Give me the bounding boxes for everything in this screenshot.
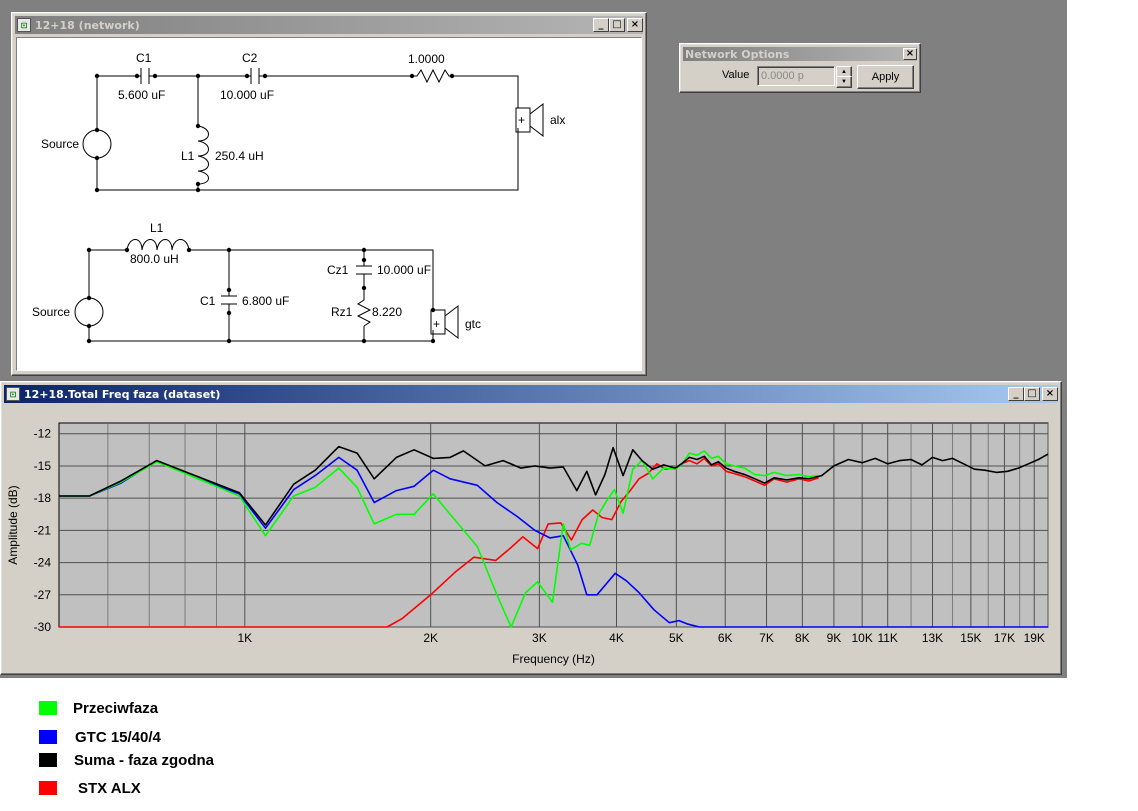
value-label: Value [722,69,750,81]
value-spin-down[interactable]: ▼ [836,76,852,88]
x-tick-label: 1K [237,631,252,645]
lower-cz1-name: Cz1 [327,263,349,277]
x-tick-label: 9K [827,631,842,645]
x-tick-label: 19K [1024,631,1045,645]
graph-close-button[interactable]: × [1042,387,1058,401]
legend-label: Przeciwfaza [73,700,159,717]
options-close-button[interactable]: × [903,48,917,60]
lower-rz1-name: Rz1 [331,305,353,319]
x-tick-label: 7K [759,631,774,645]
close-button[interactable]: × [627,18,643,32]
lower-l1-name: L1 [150,221,164,235]
schematic-svg: Source C1 5.600 uF C2 10.000 uF 1.0000 L… [32,51,565,344]
x-tick-label: 3K [532,631,547,645]
legend-swatch [39,730,57,744]
upper-c2-name: C2 [242,51,258,65]
value-input[interactable]: 0.0000 p [757,66,835,86]
frequency-chart[interactable]: 1K 2K 3K 4K 5K 6K 7K 8K 9K 10K 11K 13K 15K 17K 19K -12 -… [5,406,1055,668]
x-tick-label: 13K [922,631,943,645]
legend-swatch [39,701,57,715]
upper-source-label: Source [41,137,79,151]
network-window-titlebar[interactable]: ⊡ 12+18 (network) _ □ × [15,16,643,34]
lower-cz1-value: 10.000 uF [377,263,431,277]
y-tick-label: -24 [34,556,52,570]
upper-speaker-plus: + [518,113,525,127]
graph-minimize-button[interactable]: _ [1008,387,1024,401]
network-options-title: Network Options [685,47,790,61]
legend-swatch [39,753,57,767]
upper-r-value: 1.0000 [408,52,445,66]
upper-speaker-name: alx [550,113,565,127]
y-tick-label: -21 [34,523,52,537]
app-icon: ⊡ [17,18,31,32]
graph-maximize-button[interactable]: □ [1024,387,1040,401]
x-tick-label: 6K [718,631,733,645]
upper-l1-value: 250.4 uH [215,149,264,163]
x-axis-label: Frequency (Hz) [512,652,595,666]
legend-label: Suma - faza zgodna [74,752,215,769]
network-window[interactable]: ⊡ 12+18 (network) _ □ × Source C1 5.600 … [11,12,647,376]
maximize-button[interactable]: □ [609,18,625,32]
lower-speaker-plus: + [433,317,440,331]
y-tick-label: -15 [34,459,52,473]
schematic-canvas[interactable]: Source C1 5.600 uF C2 10.000 uF 1.0000 L… [16,37,642,371]
x-tick-label: 8K [795,631,810,645]
graph-window-titlebar[interactable]: ⊡ 12+18.Total Freq faza (dataset) _ □ × [4,385,1058,403]
legend-swatch [39,781,57,795]
y-tick-label: -30 [34,620,52,634]
legend-label: GTC 15/40/4 [75,729,161,746]
network-window-title: 12+18 (network) [35,18,140,32]
lower-speaker-name: gtc [465,317,481,331]
y-tick-label: -27 [34,588,52,602]
lower-l1-value: 800.0 uH [130,252,179,266]
y-tick-label: -18 [34,491,52,505]
x-tick-label: 4K [609,631,624,645]
network-options-titlebar[interactable]: Network Options × [683,47,917,61]
y-tick-label: -12 [34,427,52,441]
x-tick-label: 17K [994,631,1015,645]
x-tick-label: 15K [960,631,981,645]
legend-label: STX ALX [78,780,141,797]
y-axis-label: Amplitude (dB) [6,485,20,564]
network-options-window[interactable]: Network Options × Value 0.0000 p ▲ ▼ App… [679,43,921,93]
x-tick-label: 5K [669,631,684,645]
upper-l1-name: L1 [181,149,195,163]
upper-c1-name: C1 [136,51,152,65]
lower-c1-value: 6.800 uF [242,294,289,308]
graph-window-title: 12+18.Total Freq faza (dataset) [24,387,221,401]
apply-button[interactable]: Apply [857,65,914,89]
graph-client[interactable]: 1K 2K 3K 4K 5K 6K 7K 8K 9K 10K 11K 13K 15K 17K 19K -12 -… [5,406,1055,668]
lower-source-label: Source [32,305,70,319]
x-tick-label: 2K [423,631,438,645]
x-tick-label: 11K [877,631,897,645]
minimize-button[interactable]: _ [593,18,609,32]
upper-c2-value: 10.000 uF [220,88,274,102]
x-tick-label: 10K [851,631,872,645]
value-row: Value 0.0000 p ▲ ▼ Apply [680,64,920,90]
graph-app-icon: ⊡ [6,387,20,401]
upper-c1-value: 5.600 uF [118,88,165,102]
graph-window[interactable]: ⊡ 12+18.Total Freq faza (dataset) _ □ × … [0,381,1062,675]
lower-c1-name: C1 [200,294,216,308]
lower-rz1-value: 8.220 [372,305,402,319]
